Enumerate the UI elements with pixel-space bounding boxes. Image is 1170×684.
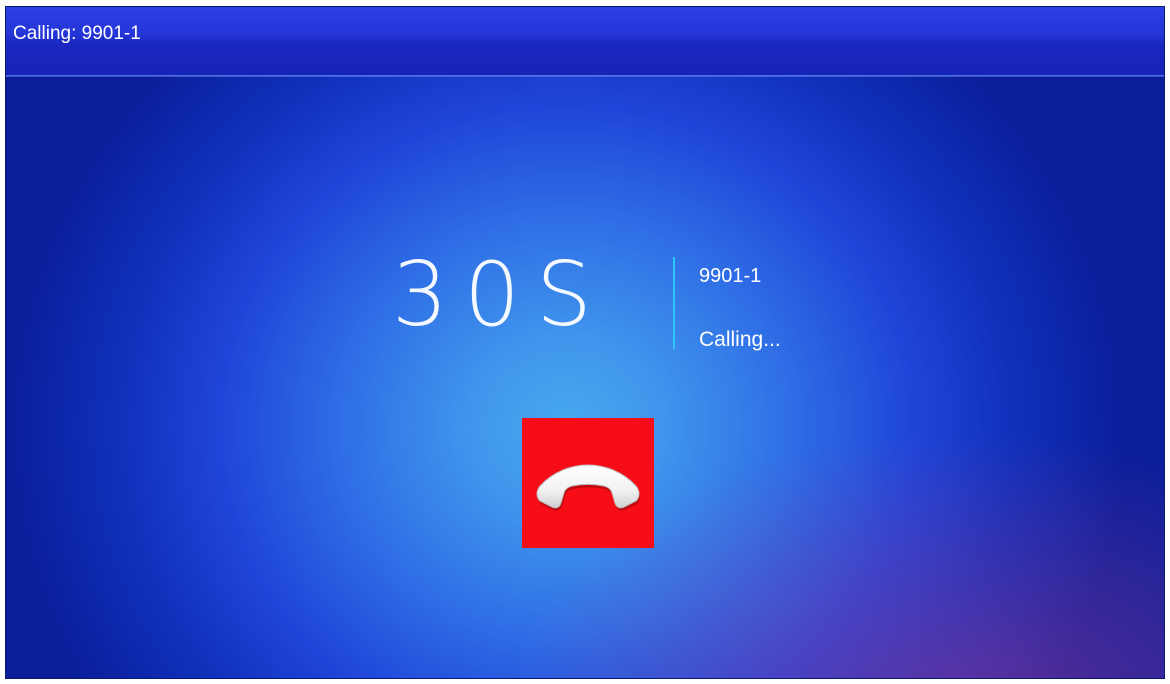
- window-title: Calling: 9901-1: [13, 23, 141, 44]
- call-screen: Calling: 9901-1 30S 9901-1 Calling...: [5, 6, 1165, 679]
- call-timer: 30S: [392, 243, 608, 346]
- hangup-button[interactable]: [522, 418, 654, 548]
- vertical-divider: [673, 257, 675, 349]
- phone-hangup-icon: [532, 453, 644, 513]
- call-status: Calling...: [699, 328, 781, 351]
- title-bar: Calling: 9901-1: [6, 7, 1164, 76]
- callee-number: 9901-1: [699, 265, 762, 287]
